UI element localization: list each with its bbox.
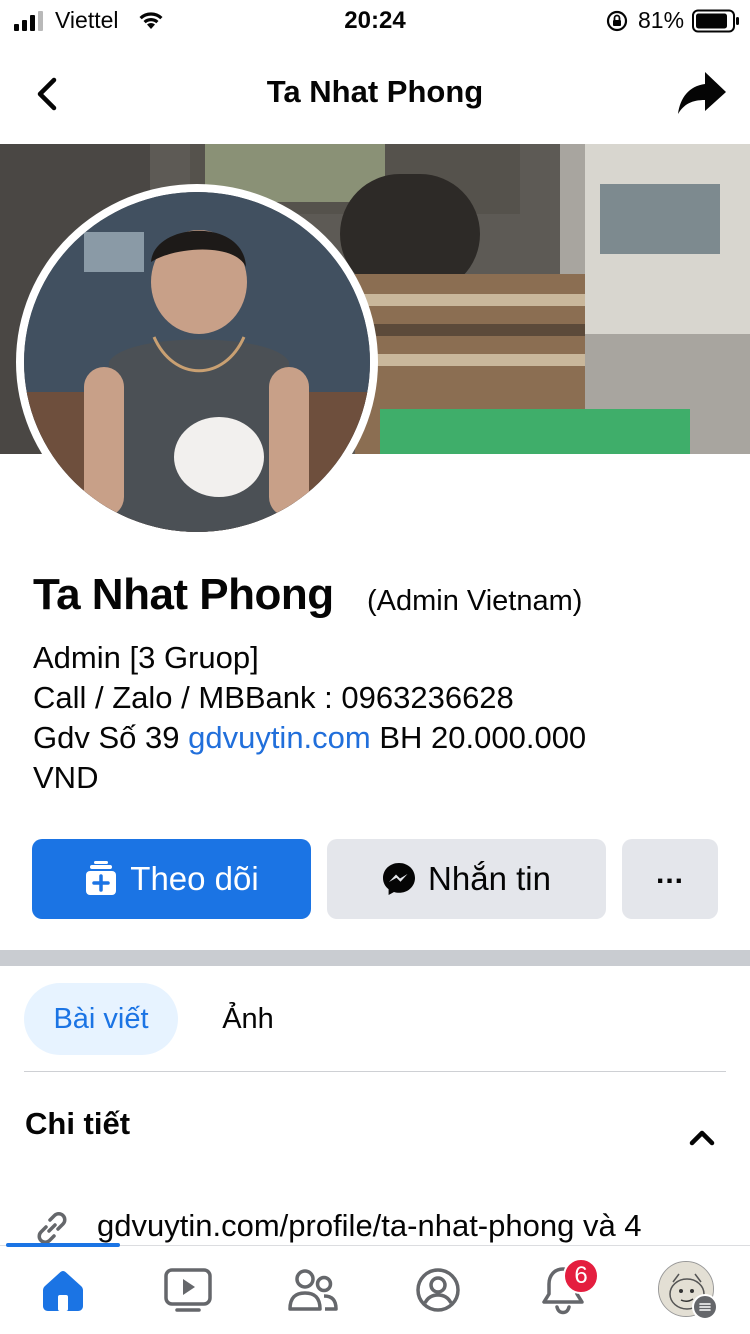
battery-icon xyxy=(692,9,739,33)
section-divider xyxy=(0,950,750,966)
chevron-up-icon[interactable] xyxy=(684,1122,720,1152)
tab-profile[interactable] xyxy=(408,1260,468,1320)
tab-friends[interactable] xyxy=(283,1260,343,1320)
profile-alternate-name: (Admin Vietnam) xyxy=(367,585,583,617)
follow-icon xyxy=(86,861,117,895)
tab-home[interactable] xyxy=(33,1260,93,1320)
profile-icon xyxy=(416,1268,460,1312)
bottom-tab-bar xyxy=(0,1243,750,1334)
friends-icon xyxy=(288,1269,338,1311)
tab-photos[interactable]: Ảnh xyxy=(200,983,296,1055)
bio-line: VND xyxy=(33,760,99,795)
profile-avatar[interactable] xyxy=(16,184,378,540)
status-bar: Viettel 20:24 81% xyxy=(0,0,750,44)
detail-website-link[interactable]: gdvuytin.com/profile/ta-nhat-phong và 4 xyxy=(97,1208,642,1244)
messenger-icon xyxy=(383,863,416,895)
active-tab-indicator xyxy=(6,1243,120,1247)
follow-button[interactable]: Theo dõi xyxy=(32,839,311,919)
menu-icon xyxy=(692,1294,718,1320)
link-icon xyxy=(37,1212,67,1244)
battery-percentage: 81% xyxy=(638,7,685,33)
bio-text: Gdv Số 39 xyxy=(33,720,189,755)
profile-photo xyxy=(24,192,370,532)
bio-text: BH 20.000.000 xyxy=(370,720,587,755)
detail-website-row[interactable]: gdvuytin.com/profile/ta-nhat-phong và 4 xyxy=(28,1204,750,1248)
page-title: Ta Nhat Phong xyxy=(266,74,484,109)
follow-button-label: Theo dõi xyxy=(130,860,259,897)
bio-line: Gdv Số 39 gdvuytin.com BH 20.000.000 xyxy=(33,718,723,758)
share-icon[interactable] xyxy=(676,68,728,118)
profile-name: Ta Nhat Phong xyxy=(33,570,334,619)
more-options-button[interactable]: ... xyxy=(622,839,718,919)
more-options-icon: ... xyxy=(655,857,684,890)
video-icon xyxy=(164,1268,212,1312)
details-section-title: Chi tiết xyxy=(25,1106,131,1141)
message-button[interactable]: Nhắn tin xyxy=(327,839,606,919)
navigation-header: Ta Nhat Phong xyxy=(0,44,750,144)
home-icon xyxy=(43,1271,83,1311)
bio-line: Call / Zalo / MBBank : 0963236628 xyxy=(33,680,514,715)
profile-bio: Admin [3 Gruop] Call / Zalo / MBBank : 0… xyxy=(33,638,723,798)
tab-posts[interactable]: Bài viết xyxy=(24,983,178,1055)
bio-line: Admin [3 Gruop] xyxy=(33,640,259,675)
bio-website-link[interactable]: gdvuytin.com xyxy=(188,720,371,755)
message-button-label: Nhắn tin xyxy=(428,860,551,897)
orientation-lock-icon xyxy=(606,10,628,32)
tab-video[interactable] xyxy=(158,1260,218,1320)
notification-count-badge: 6 xyxy=(563,1258,599,1294)
tabs-divider xyxy=(24,1071,726,1072)
